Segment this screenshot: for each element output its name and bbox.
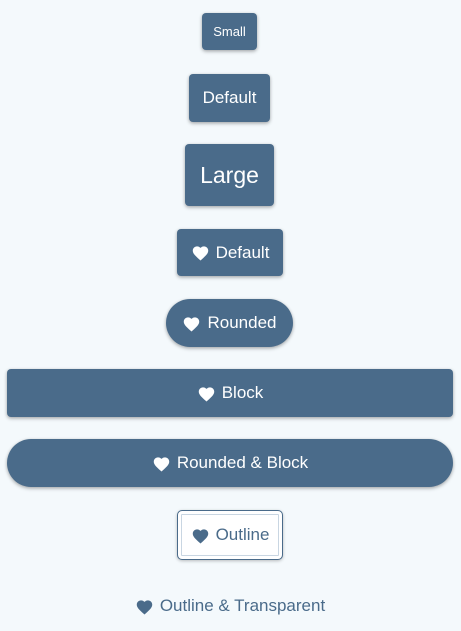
small-button[interactable]: Small bbox=[202, 13, 257, 50]
default-button[interactable]: Default bbox=[189, 74, 270, 122]
rounded-button[interactable]: Rounded bbox=[166, 299, 293, 347]
heart-icon bbox=[192, 246, 208, 261]
heart-icon bbox=[198, 386, 214, 401]
heart-icon bbox=[136, 599, 153, 614]
default-button-label: Default bbox=[202, 88, 257, 107]
outline-button-label: Outline bbox=[215, 525, 270, 544]
heart-icon bbox=[153, 456, 170, 471]
buttons-demo-page: Small Default Large Default Rounded Bloc… bbox=[0, 0, 461, 631]
heart-icon bbox=[184, 316, 200, 331]
outline-transparent-button[interactable]: Outline & Transparent bbox=[110, 587, 350, 625]
outline-button[interactable]: Outline bbox=[177, 510, 283, 560]
rounded-block-button[interactable]: Rounded & Block bbox=[7, 439, 453, 487]
large-button[interactable]: Large bbox=[185, 144, 274, 206]
rounded-block-button-label: Rounded & Block bbox=[176, 453, 309, 472]
block-button[interactable]: Block bbox=[7, 369, 453, 417]
small-button-label: Small bbox=[213, 24, 246, 39]
rounded-button-label: Rounded bbox=[207, 313, 277, 332]
block-button-label: Block bbox=[221, 383, 264, 402]
icon-default-button-label: Default bbox=[215, 242, 270, 262]
icon-default-button[interactable]: Default bbox=[177, 229, 283, 276]
large-button-label: Large bbox=[200, 161, 259, 188]
outline-transparent-button-label: Outline & Transparent bbox=[159, 596, 326, 615]
heart-icon bbox=[192, 528, 208, 543]
